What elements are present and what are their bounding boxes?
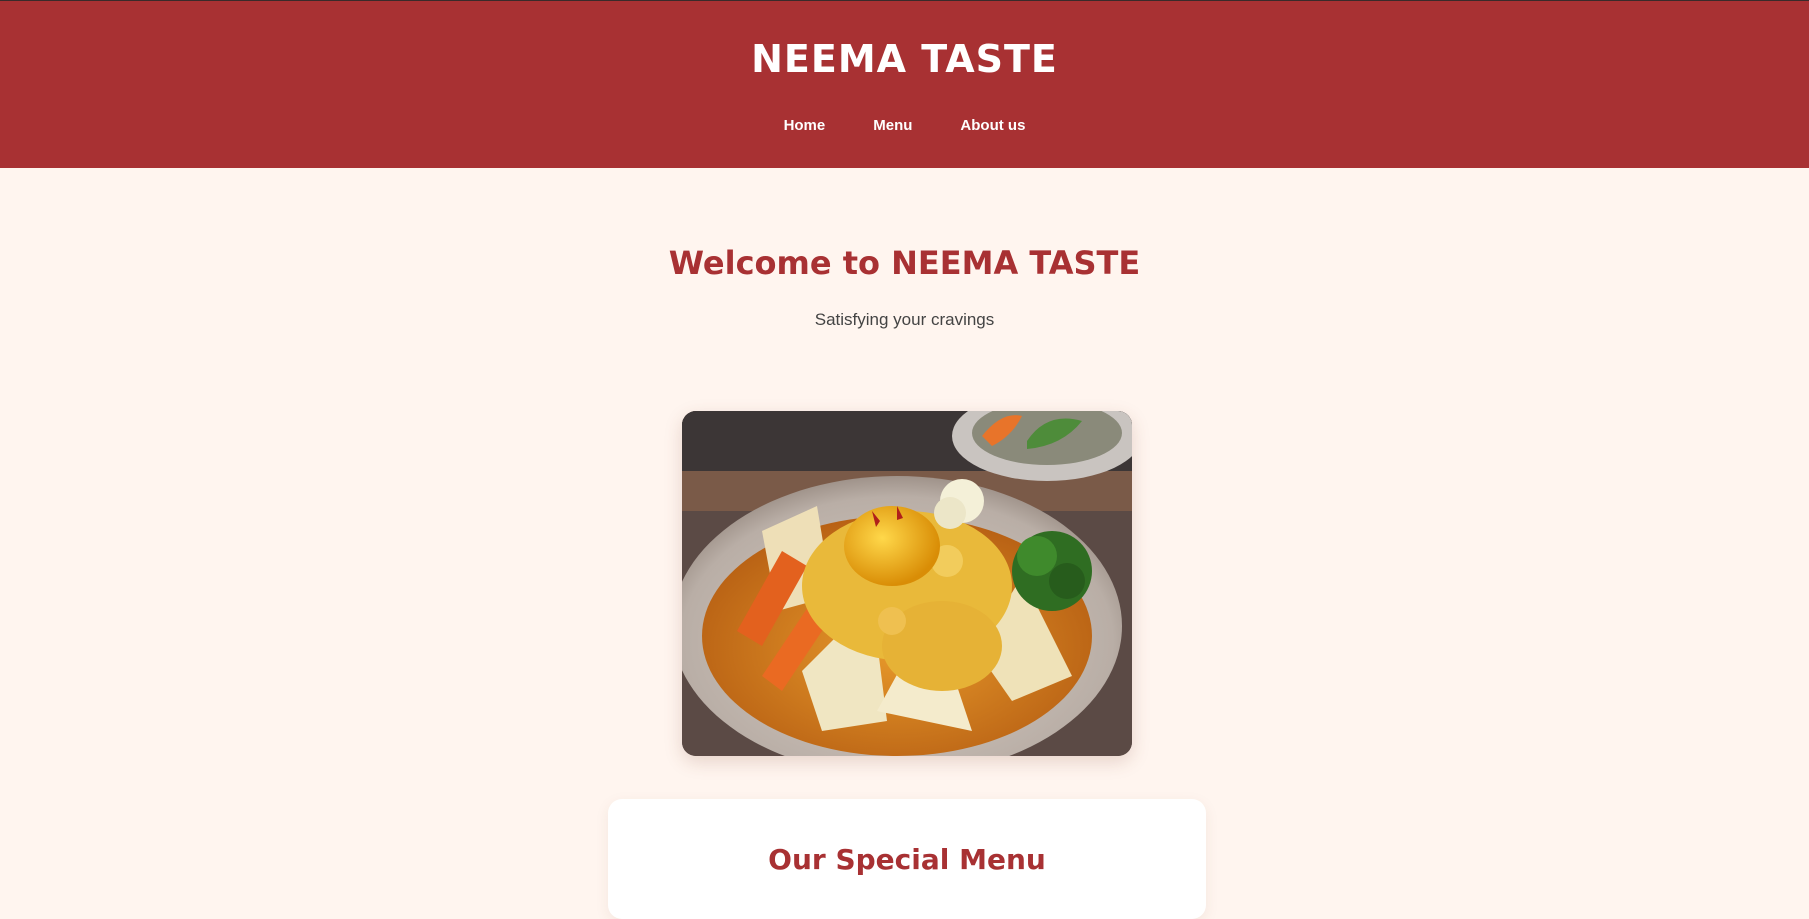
hero-title: Welcome to NEEMA TASTE — [668, 244, 1141, 282]
main-nav: Home Menu About us — [0, 117, 1809, 135]
nav-link-menu[interactable]: Menu — [873, 117, 912, 134]
dish-illustration — [682, 411, 1132, 756]
special-menu-card: Our Special Menu — [608, 799, 1206, 919]
site-header: NEEMA TASTE Home Menu About us — [0, 0, 1809, 168]
nav-link-about-us[interactable]: About us — [960, 117, 1025, 134]
nav-link-home[interactable]: Home — [784, 117, 826, 134]
nav-item-about: About us — [960, 117, 1025, 135]
nav-item-menu: Menu — [873, 117, 912, 135]
featured-dish-image — [682, 411, 1132, 756]
hero-subtitle: Satisfying your cravings — [814, 310, 995, 329]
nav-item-home: Home — [784, 117, 826, 135]
special-menu-title: Our Special Menu — [768, 843, 1046, 876]
site-brand-title: NEEMA TASTE — [751, 37, 1058, 81]
